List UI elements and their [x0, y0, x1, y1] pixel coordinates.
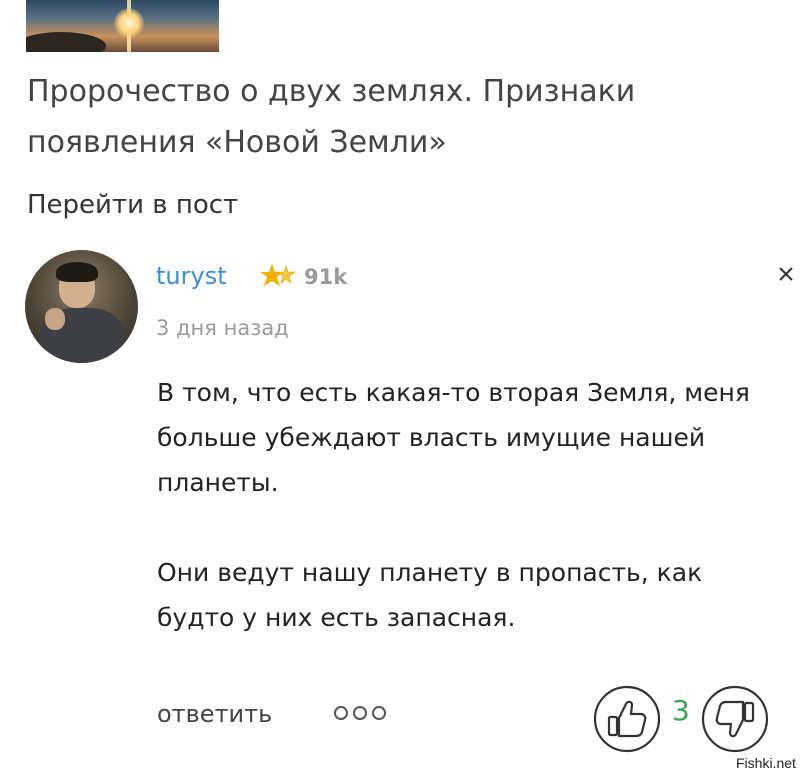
- post-thumbnail[interactable]: [26, 0, 219, 52]
- comment-username[interactable]: turyst: [156, 262, 227, 290]
- post-title[interactable]: Пророчество о двух землях. Признаки появ…: [27, 66, 767, 168]
- thumbnail-sun: [114, 8, 144, 38]
- comment-paragraph: Они ведут нашу планету в пропасть, как б…: [157, 558, 703, 632]
- star-rank-icon: [260, 264, 296, 286]
- close-icon[interactable]: [776, 264, 796, 284]
- like-count: 3: [672, 694, 690, 727]
- thumbs-up-icon[interactable]: [592, 684, 662, 754]
- thumbnail-hill: [26, 32, 106, 52]
- thumbs-down-icon[interactable]: [700, 684, 770, 754]
- comment-body: В том, что есть какая-то вторая Земля, м…: [157, 370, 787, 640]
- avatar-hair: [56, 262, 98, 282]
- comment-screenshot: Пророчество о двух землях. Признаки появ…: [0, 0, 800, 777]
- go-to-post-link[interactable]: Перейти в пост: [27, 190, 238, 220]
- comment-paragraph: В том, что есть какая-то вторая Земля, м…: [157, 378, 750, 497]
- reply-button[interactable]: ответить: [157, 700, 272, 728]
- site-watermark: Fishki.net: [736, 755, 796, 771]
- karma-count: 91k: [304, 265, 348, 289]
- comment-timestamp: 3 дня назад: [156, 316, 289, 340]
- more-dots-icon[interactable]: [332, 704, 388, 722]
- avatar-hand: [45, 308, 65, 330]
- avatar[interactable]: [25, 250, 138, 363]
